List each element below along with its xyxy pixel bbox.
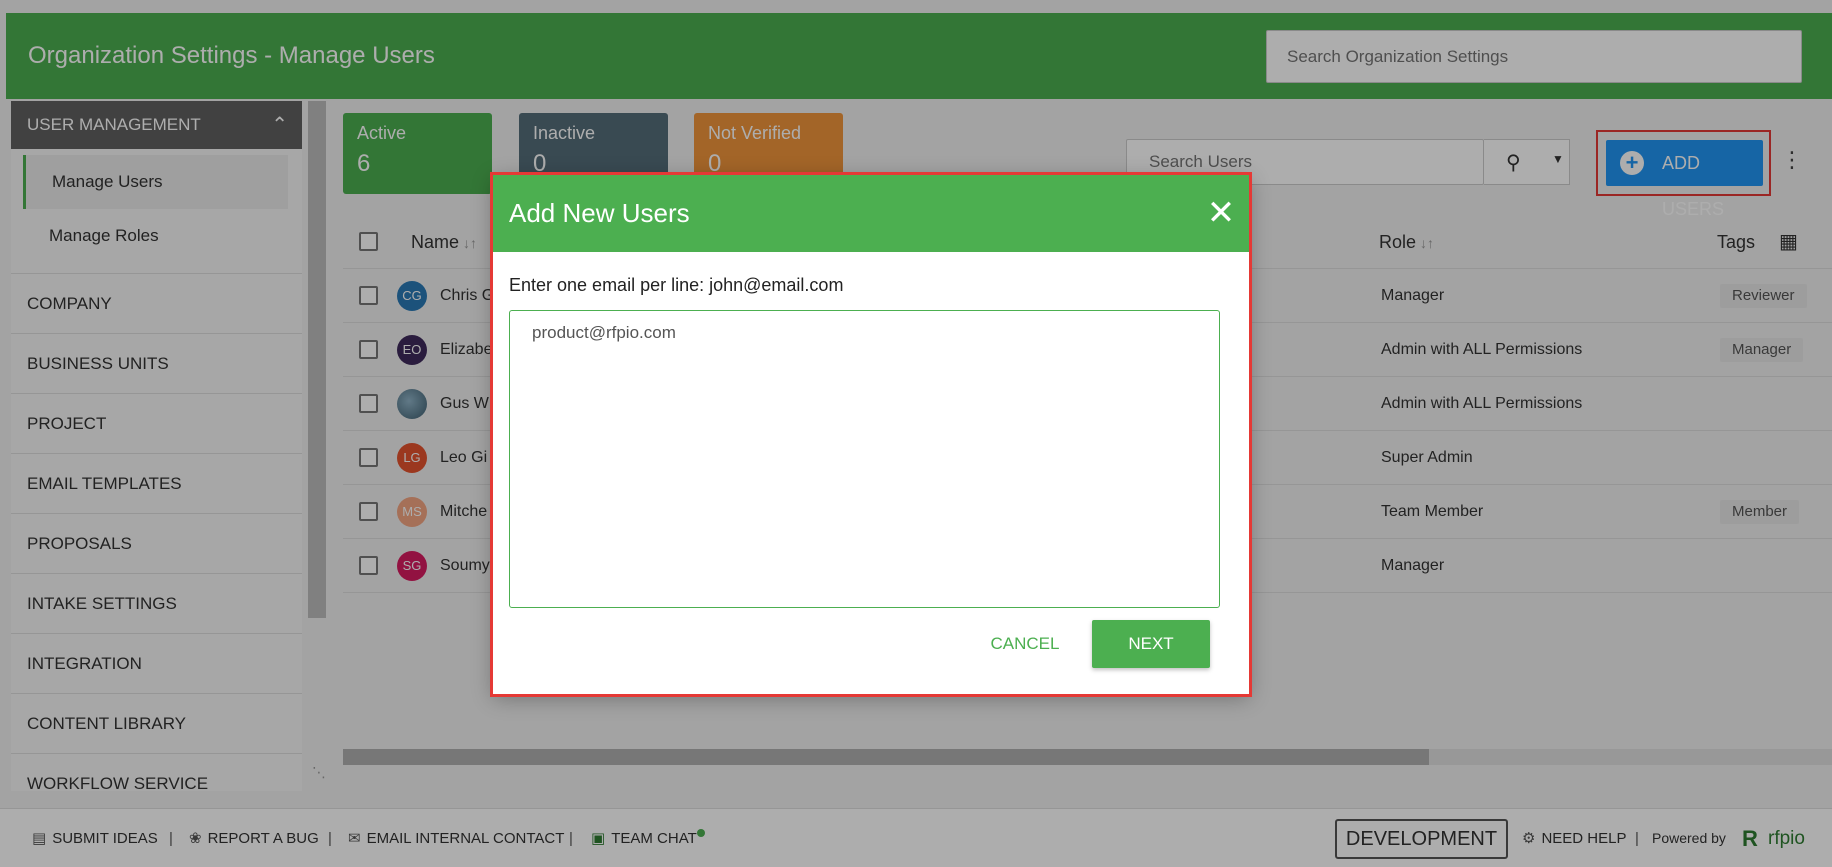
app-background: Organization Settings - Manage Users Sea… xyxy=(0,0,1832,867)
dialog-highlight xyxy=(490,172,1252,697)
